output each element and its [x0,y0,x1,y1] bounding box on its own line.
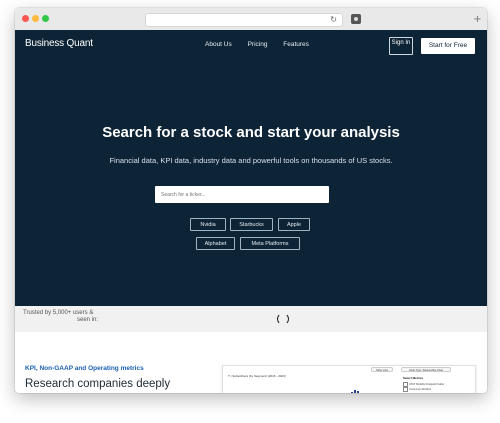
nav-pricing[interactable]: Pricing [248,41,268,48]
browser-window: ↻ + Business Quant About Us Pricing Feat… [15,8,487,393]
nav-features[interactable]: Features [283,41,309,48]
table-view-button[interactable]: Table View [371,367,393,372]
hero-title: Search for a stock and start your analys… [102,124,400,141]
hero-section: Search for a stock and start your analys… [15,60,487,306]
sign-in-button[interactable]: Sign In [389,37,413,55]
reload-icon[interactable]: ↻ [330,14,337,26]
trusted-text: Trusted by 5,000+ users & seen in: [23,310,108,323]
preview-chart-title: T | Subscribers (by Segment) (2016 - 202… [228,374,286,378]
trusted-line-2: seen in: [76,316,98,323]
browser-chrome: ↻ + [15,8,487,31]
address-bar[interactable]: ↻ [145,13,343,27]
select-metrics-title: Select Metrics [403,376,424,380]
preview-bar [357,391,359,393]
suggestion-apple[interactable]: Apple [278,218,310,231]
chart-preview-card: T | Subscribers (by Segment) (2016 - 202… [222,365,476,393]
suggestion-alphabet[interactable]: Alphabet [196,237,235,250]
ticker-search-input[interactable] [155,186,329,203]
new-tab-icon[interactable]: + [472,14,483,25]
hero-subtitle: Financial data, KPI data, industry data … [109,156,393,165]
chart-type-button[interactable]: Chart Type: Stacked Bar Chart [401,367,451,372]
nav-links: About Us Pricing Features [205,41,323,48]
nav-about-us[interactable]: About Us [205,41,232,48]
close-window-button[interactable] [22,15,29,22]
trusted-strip: Trusted by 5,000+ users & seen in: [15,306,487,332]
preview-bar [351,392,353,393]
metric-option[interactable]: Consumer Wireline [403,387,431,392]
start-for-free-button[interactable]: Start for Free [421,38,475,54]
preview-bar [354,390,356,393]
suggestion-nvidia[interactable]: Nvidia [190,218,226,231]
brand-logo[interactable]: Business Quant [25,38,93,49]
kpi-label: KPI, Non-GAAP and Operating metrics [25,365,144,372]
site-navbar: Business Quant About Us Pricing Features… [15,30,487,60]
suggestion-starbucks[interactable]: Starbucks [230,218,273,231]
features-heading: Research companies deeply [25,378,171,390]
trusted-line-1: Trusted by 5,000+ users & [23,310,94,316]
maximize-window-button[interactable] [42,15,49,22]
loading-spinner-icon [277,313,289,325]
metric-option[interactable]: AT&T Mobility Postpaid (Subs) [403,382,444,387]
extension-icon[interactable] [351,14,361,24]
minimize-window-button[interactable] [32,15,39,22]
suggestion-meta-platforms[interactable]: Meta Platforms [240,237,300,250]
